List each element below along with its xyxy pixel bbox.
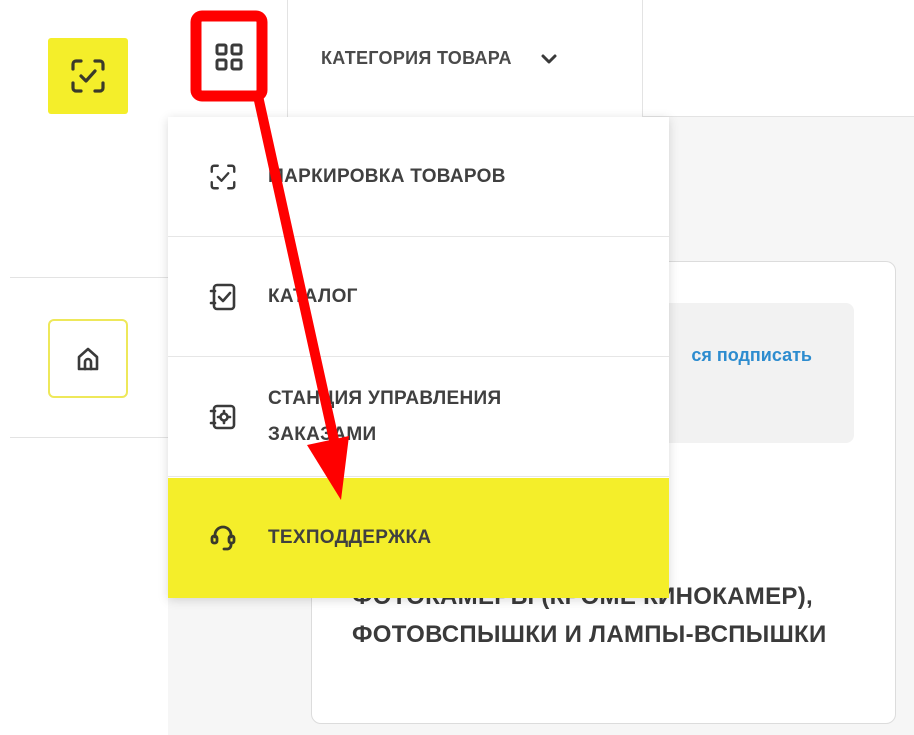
menu-item-support[interactable]: ТЕХПОДДЕРЖКА (168, 478, 669, 598)
menu-item-label: МАРКИРОВКА ТОВАРОВ (268, 165, 506, 187)
menu-item-marking[interactable]: МАРКИРОВКА ТОВАРОВ (168, 117, 669, 237)
grid-icon (215, 43, 243, 70)
chevron-down-icon (540, 53, 558, 65)
logo-button[interactable] (48, 38, 128, 114)
headset-icon (208, 523, 264, 553)
catalog-check-icon (208, 282, 264, 312)
sidebar-divider (10, 277, 168, 278)
menu-item-label: СТАНЦИЯ УПРАВЛЕНИЯ ЗАКАЗАМИ (268, 387, 502, 445)
topbar-divider (642, 0, 643, 117)
apps-dropdown-menu: МАРКИРОВКА ТОВАРОВ КАТАЛОГ СТАНЦИЯ УПРАВ… (168, 117, 669, 598)
sidebar-divider (10, 437, 168, 438)
scan-check-icon (208, 162, 264, 192)
apps-menu-button[interactable] (191, 12, 267, 101)
menu-item-order-station[interactable]: СТАНЦИЯ УПРАВЛЕНИЯ ЗАКАЗАМИ (168, 357, 669, 477)
order-station-icon (208, 402, 264, 432)
category-label: КАТЕГОРИЯ ТОВАРА (321, 48, 512, 68)
menu-item-label: ТЕХПОДДЕРЖКА (268, 527, 432, 548)
menu-item-label: КАТАЛОГ (268, 285, 358, 307)
scan-check-icon (71, 59, 105, 93)
left-sidebar (0, 0, 168, 735)
category-dropdown[interactable]: КАТЕГОРИЯ ТОВАРА (288, 0, 642, 117)
menu-item-catalog[interactable]: КАТАЛОГ (168, 237, 669, 357)
